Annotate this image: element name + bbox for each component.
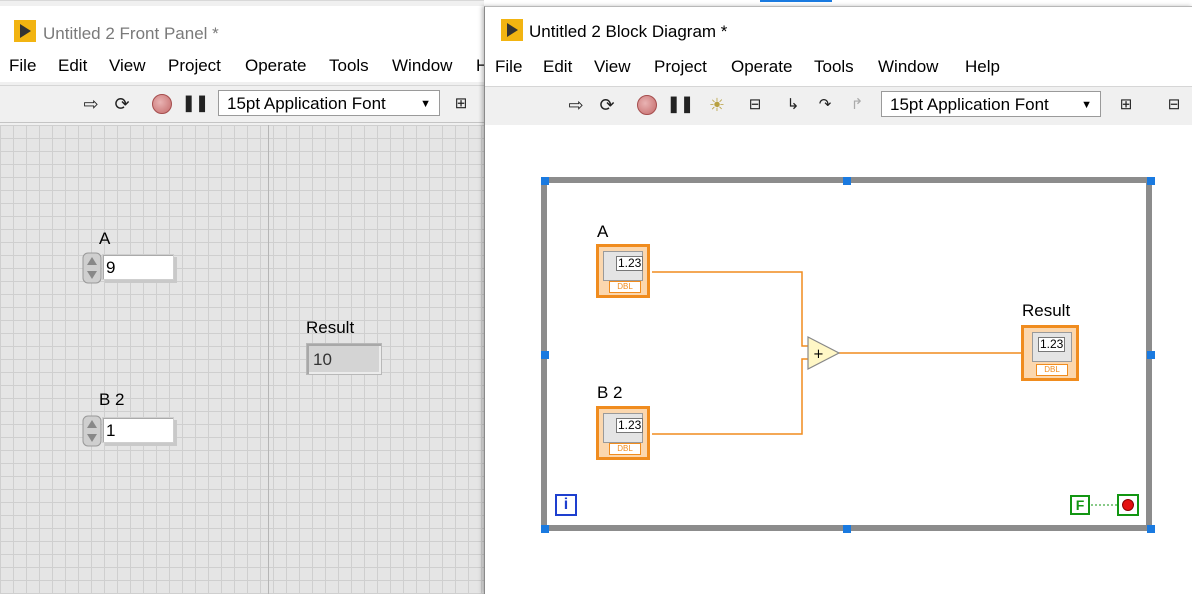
menu-window[interactable]: Window [878, 57, 938, 77]
front-panel-window: Untitled 2 Front Panel * File Edit View … [0, 0, 484, 594]
wires-layer: + [541, 177, 1152, 531]
labview-logo-icon [501, 19, 523, 41]
resize-handle[interactable] [541, 351, 549, 359]
terminal-b[interactable]: 1.23 DBL [596, 406, 650, 460]
taskbar-accent [760, 0, 832, 2]
block-diagram-window: Untitled 2 Block Diagram * File Edit Vie… [484, 6, 1192, 594]
terminal-a-value: 1.23 [616, 256, 644, 271]
terminal-b-value: 1.23 [616, 418, 644, 433]
pause-icon[interactable]: ❚❚ [667, 94, 694, 116]
dropdown-arrow-icon: ▼ [1081, 99, 1092, 111]
menu-file[interactable]: File [495, 57, 522, 77]
resize-handle[interactable] [843, 525, 851, 533]
align-objects-icon[interactable]: ⊞ [450, 93, 472, 115]
panel-divider [268, 125, 269, 594]
menu-edit[interactable]: Edit [58, 56, 87, 76]
result-indicator: 10 [306, 343, 382, 375]
run-arrow-icon[interactable]: ⇨ [80, 93, 102, 115]
resize-handle[interactable] [1147, 351, 1155, 359]
front-panel-titlebar: Untitled 2 Front Panel * [0, 6, 484, 54]
control-a: 9 [82, 252, 178, 284]
font-selector-label: 15pt Application Font [227, 94, 386, 113]
step-into-icon[interactable]: ↳ [782, 94, 804, 116]
terminal-b-type: DBL [609, 443, 641, 455]
wire-b [652, 358, 808, 435]
terminal-a[interactable]: 1.23 DBL [596, 244, 650, 298]
menu-help[interactable]: H [476, 56, 484, 76]
menu-help[interactable]: Help [965, 57, 1000, 77]
font-selector[interactable]: 15pt Application Font ▼ [881, 91, 1101, 117]
terminal-result-label: Result [1022, 301, 1071, 320]
pause-icon[interactable]: ❚❚ [182, 93, 209, 115]
menu-project[interactable]: Project [654, 57, 707, 77]
step-over-icon[interactable]: ↷ [814, 94, 836, 116]
abort-execution-icon[interactable] [637, 95, 657, 115]
dropdown-arrow-icon: ▼ [420, 98, 431, 110]
resize-handle[interactable] [541, 177, 549, 185]
terminal-result-value: 1.23 [1038, 337, 1066, 352]
labview-logo-icon [14, 20, 36, 42]
increment-decrement-icon[interactable] [82, 252, 102, 284]
abort-execution-icon[interactable] [152, 94, 172, 114]
resize-handle[interactable] [843, 177, 851, 185]
menu-file[interactable]: File [9, 56, 36, 76]
retain-wire-values-icon[interactable]: ⊟ [744, 94, 766, 116]
terminal-result[interactable]: 1.23 DBL [1021, 325, 1079, 381]
window-title: Untitled 2 Front Panel * [43, 24, 219, 43]
control-b: 1 [82, 415, 178, 447]
menu-edit[interactable]: Edit [543, 57, 572, 77]
control-a-field[interactable]: 9 [102, 254, 174, 280]
block-diagram-toolbar: ⇨ ⟳ ❚❚ ☀ ⊟ ↳ ↷ ↱ 15pt Application Font ▼… [485, 86, 1192, 126]
wire-a [652, 271, 808, 347]
menu-view[interactable]: View [109, 56, 146, 76]
loop-stop-condition-icon[interactable] [1117, 494, 1139, 516]
window-title: Untitled 2 Block Diagram * [529, 22, 728, 41]
terminal-a-label: A [597, 222, 609, 241]
menu-tools[interactable]: Tools [329, 56, 369, 76]
menu-tools[interactable]: Tools [814, 57, 854, 77]
add-node-symbol: + [813, 347, 824, 362]
terminal-result-type: DBL [1036, 364, 1068, 376]
terminal-a-type: DBL [609, 281, 641, 293]
front-panel-toolbar: ⇨ ⟳ ❚❚ 15pt Application Font ▼ ⊞ [0, 85, 484, 123]
block-diagram-menubar: File Edit View Project Operate Tools Win… [485, 53, 1192, 83]
front-panel-menubar: File Edit View Project Operate Tools Win… [0, 52, 484, 82]
increment-decrement-icon[interactable] [82, 415, 102, 447]
front-panel-canvas[interactable]: A 9 Result 10 B 2 1 [0, 125, 484, 594]
resize-handle[interactable] [1147, 525, 1155, 533]
terminal-b-label: B 2 [597, 383, 623, 402]
run-continuously-icon[interactable]: ⟳ [111, 93, 133, 115]
highlight-execution-bulb-icon[interactable]: ☀ [706, 94, 728, 116]
font-selector-label: 15pt Application Font [890, 95, 1049, 114]
control-b-label: B 2 [99, 390, 125, 409]
control-a-label: A [99, 229, 111, 248]
resize-handle[interactable] [541, 525, 549, 533]
resize-handle[interactable] [1147, 177, 1155, 185]
menu-window[interactable]: Window [392, 56, 452, 76]
menu-project[interactable]: Project [168, 56, 221, 76]
menu-operate[interactable]: Operate [731, 57, 792, 77]
step-out-icon[interactable]: ↱ [846, 94, 868, 116]
run-arrow-icon[interactable]: ⇨ [565, 94, 587, 116]
align-objects-icon[interactable]: ⊞ [1115, 94, 1137, 116]
loop-iteration-terminal[interactable]: i [555, 494, 577, 516]
run-continuously-icon[interactable]: ⟳ [596, 94, 618, 116]
menu-operate[interactable]: Operate [245, 56, 306, 76]
control-b-field[interactable]: 1 [102, 417, 174, 443]
font-selector[interactable]: 15pt Application Font ▼ [218, 90, 440, 116]
block-diagram-canvas[interactable]: + A 1.23 DBL B 2 1.23 DBL Result 1.23 DB… [485, 125, 1192, 594]
result-label: Result [306, 318, 355, 337]
distribute-objects-icon[interactable]: ⊟ [1163, 94, 1185, 116]
block-diagram-titlebar: Untitled 2 Block Diagram * [485, 7, 1192, 53]
menu-view[interactable]: View [594, 57, 631, 77]
false-constant[interactable]: F [1070, 495, 1090, 515]
